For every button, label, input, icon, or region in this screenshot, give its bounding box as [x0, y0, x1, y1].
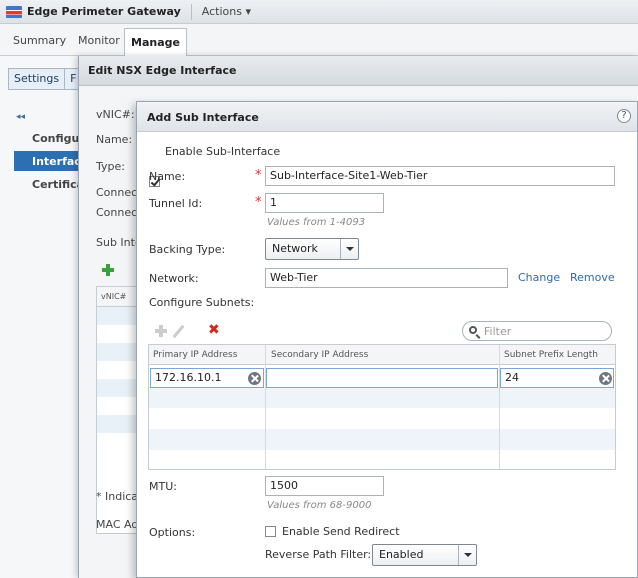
- reverse-path-filter-select[interactable]: Enabled: [372, 544, 477, 566]
- backing-type-value: Network: [272, 242, 318, 255]
- page-title: Edge Perimeter Gateway: [27, 5, 181, 18]
- connected-label: Connec: [96, 186, 138, 199]
- grid-header: Primary IP Address Secondary IP Address …: [149, 345, 615, 365]
- filter-input[interactable]: Filter: [462, 321, 612, 341]
- table-header-vnic: vNIC#: [97, 287, 140, 307]
- secondary-ip-input[interactable]: [266, 368, 498, 388]
- send-redirect-label: Enable Send Redirect: [282, 525, 400, 538]
- mac-address-label: MAC Ad: [96, 518, 139, 531]
- collapse-nav-icon[interactable]: ◂◂: [16, 112, 25, 122]
- help-icon[interactable]: ?: [617, 109, 631, 123]
- connectivity-label: Connec: [96, 206, 138, 219]
- header-divider: [190, 3, 192, 20]
- enable-sub-interface-label: Enable Sub-Interface: [165, 145, 281, 158]
- table-row[interactable]: [97, 379, 140, 397]
- name-label: Name:: [96, 133, 133, 146]
- subnets-grid: Primary IP Address Secondary IP Address …: [148, 344, 616, 470]
- clear-prefix-icon[interactable]: [599, 372, 612, 385]
- add-subinterface-icon[interactable]: [102, 264, 114, 276]
- send-redirect-checkbox[interactable]: [265, 526, 276, 537]
- add-sub-interface-dialog: Add Sub Interface ? Enable Sub-Interface…: [136, 101, 638, 578]
- table-row[interactable]: [97, 307, 140, 325]
- prefix-length-input[interactable]: 24: [500, 368, 614, 388]
- change-network-link[interactable]: Change: [518, 271, 560, 284]
- filter-placeholder: Filter: [484, 325, 512, 338]
- nav-item-interfaces[interactable]: Interface: [14, 151, 84, 171]
- configure-subnets-label: Configure Subnets:: [149, 296, 255, 309]
- nav-item-certificates[interactable]: Certifica: [14, 174, 84, 194]
- column-divider: [499, 345, 500, 469]
- mtu-input[interactable]: 1500: [265, 476, 384, 496]
- tab-manage[interactable]: Manage: [124, 28, 187, 56]
- reverse-path-filter-value: Enabled: [379, 548, 424, 561]
- tab-summary[interactable]: Summary: [13, 34, 66, 47]
- col-primary-ip[interactable]: Primary IP Address: [153, 350, 237, 360]
- chevron-down-icon: [340, 239, 358, 259]
- network-input[interactable]: Web-Tier: [265, 268, 508, 288]
- tunnel-id-hint: Values from 1-4093: [267, 217, 366, 228]
- backing-type-label: Backing Type:: [149, 243, 226, 256]
- chevron-down-icon: [458, 545, 476, 565]
- mtu-label: MTU:: [149, 480, 177, 493]
- clear-primary-ip-icon[interactable]: [248, 372, 261, 385]
- tunnel-id-label: Tunnel Id:: [149, 197, 203, 210]
- tunnel-id-input[interactable]: 1: [265, 193, 384, 213]
- options-label: Options:: [149, 526, 196, 539]
- col-secondary-ip[interactable]: Secondary IP Address: [271, 350, 368, 360]
- table-row[interactable]: [97, 343, 140, 361]
- required-indicator-note: * Indica: [96, 490, 139, 503]
- table-row[interactable]: [97, 361, 140, 379]
- primary-ip-value: 172.16.10.1: [155, 371, 222, 384]
- sub-interfaces-label: Sub Inte: [96, 236, 142, 249]
- sub-name-label: Name:: [149, 170, 186, 183]
- main-tabs: Summary Monitor Manage: [0, 24, 638, 56]
- add-subnet-icon[interactable]: [155, 325, 167, 337]
- table-row[interactable]: [97, 397, 140, 415]
- table-row[interactable]: [149, 387, 615, 408]
- subtab-settings[interactable]: Settings: [8, 68, 66, 90]
- delete-subnet-icon[interactable]: ✖: [208, 322, 220, 338]
- reverse-path-filter-label: Reverse Path Filter:: [265, 548, 372, 561]
- network-label: Network:: [149, 272, 199, 285]
- table-row[interactable]: [97, 325, 140, 343]
- nav-item-configuration[interactable]: Configur: [14, 128, 84, 148]
- settings-subtabs: Settings F: [8, 68, 83, 90]
- table-row[interactable]: [97, 415, 140, 433]
- search-icon: [469, 326, 477, 334]
- name-required-mark: *: [255, 168, 262, 183]
- edit-dialog-title: Edit NSX Edge Interface: [79, 56, 638, 86]
- tab-monitor[interactable]: Monitor: [78, 34, 120, 47]
- type-label: Type:: [96, 160, 125, 173]
- edit-subnet-icon[interactable]: [172, 324, 185, 339]
- col-prefix-length[interactable]: Subnet Prefix Length: [504, 350, 598, 360]
- edge-gateway-icon: [6, 5, 22, 18]
- sub-dialog-title: Add Sub Interface: [137, 102, 637, 132]
- backing-type-select[interactable]: Network: [265, 238, 359, 260]
- top-header: Edge Perimeter Gateway Actions ▾: [0, 0, 638, 24]
- tunnel-required-mark: *: [255, 195, 262, 210]
- sub-interface-name-input[interactable]: Sub-Interface-Site1-Web-Tier: [265, 166, 615, 186]
- prefix-length-value: 24: [505, 371, 519, 384]
- table-row[interactable]: [149, 429, 615, 450]
- column-divider: [265, 345, 266, 469]
- mtu-hint: Values from 68-9000: [267, 500, 372, 511]
- actions-menu[interactable]: Actions ▾: [202, 5, 251, 18]
- table-row[interactable]: [97, 433, 140, 451]
- remove-network-link[interactable]: Remove: [570, 271, 615, 284]
- primary-ip-input[interactable]: 172.16.10.1: [150, 368, 264, 388]
- vnic-label: vNIC#:: [96, 108, 135, 121]
